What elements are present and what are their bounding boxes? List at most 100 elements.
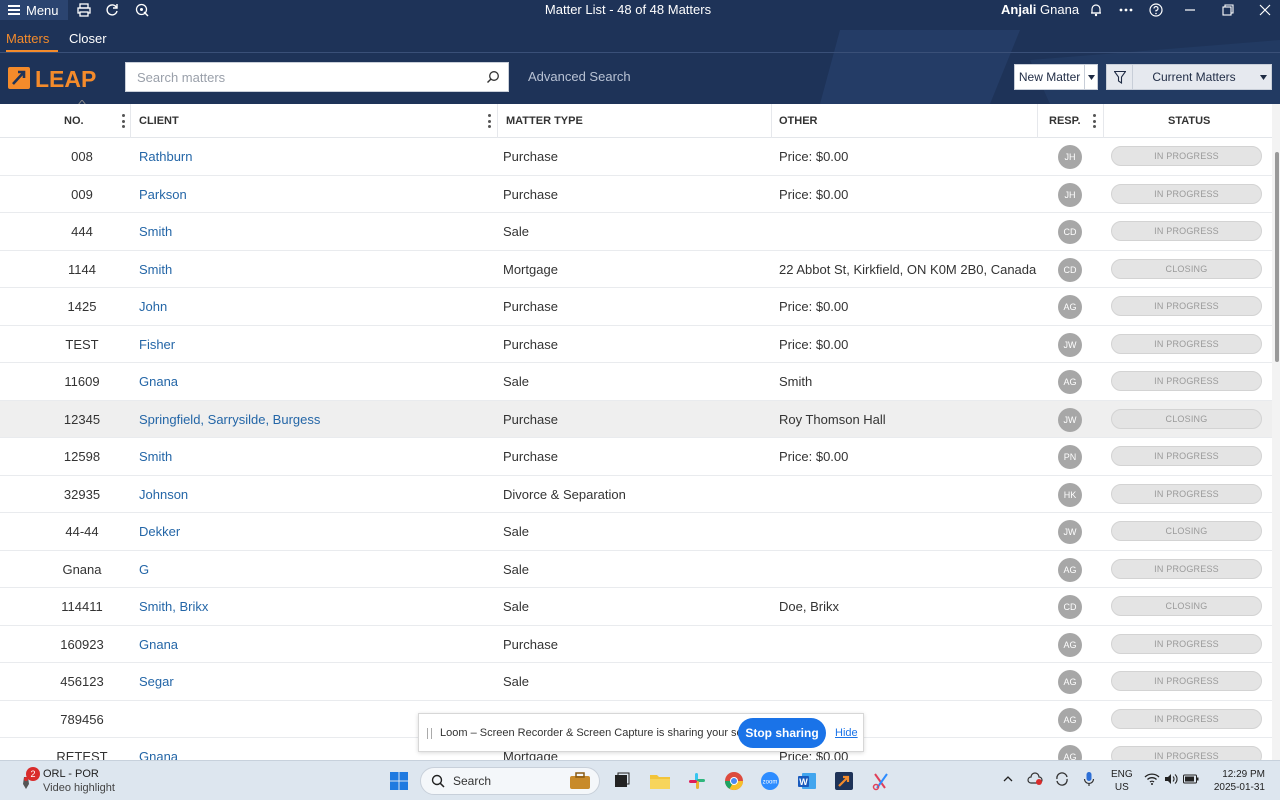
- tab-closer[interactable]: Closer: [69, 28, 107, 52]
- table-row[interactable]: 1144 Smith Mortgage 22 Abbot St, Kirkfield,…: [0, 251, 1272, 288]
- client-link[interactable]: Smith: [139, 213, 172, 250]
- column-header-resp[interactable]: RESP.: [1049, 104, 1081, 138]
- table-row[interactable]: TEST Fisher Purchase Price: $0.00 JW IN PROGR…: [0, 326, 1272, 363]
- table-row[interactable]: 11609 Gnana Sale Smith AG IN PROGRESS: [0, 363, 1272, 401]
- client-link[interactable]: Springfield, Sarrysilde, Burgess: [139, 401, 320, 438]
- responsible-avatar[interactable]: AG: [1058, 670, 1082, 694]
- current-matters-filter[interactable]: Current Matters: [1106, 64, 1272, 90]
- client-link[interactable]: Smith: [139, 251, 172, 288]
- responsible-avatar[interactable]: AG: [1058, 295, 1082, 319]
- advanced-search-link[interactable]: Advanced Search: [528, 69, 631, 84]
- system-clock[interactable]: 12:29 PM 2025-01-31: [1211, 768, 1265, 794]
- responsible-avatar[interactable]: JH: [1058, 145, 1082, 169]
- chrome-icon[interactable]: [721, 768, 747, 794]
- stop-sharing-button[interactable]: Stop sharing: [738, 718, 826, 748]
- battery-icon[interactable]: [1183, 771, 1199, 787]
- drag-handle-icon[interactable]: [427, 728, 432, 739]
- new-matter-dropdown[interactable]: [1084, 65, 1097, 89]
- matter-number: 12598: [63, 449, 101, 464]
- client-link[interactable]: Segar: [139, 663, 174, 700]
- taskbar-search[interactable]: Search: [420, 767, 600, 795]
- responsible-avatar[interactable]: CD: [1058, 257, 1082, 282]
- client-link[interactable]: G: [139, 551, 149, 588]
- chevron-up-icon[interactable]: [1000, 771, 1016, 787]
- client-link[interactable]: Rathburn: [139, 138, 192, 175]
- client-link[interactable]: Gnana: [139, 626, 178, 663]
- table-row[interactable]: 32935 Johnson Divorce & Separation HK IN PRO…: [0, 476, 1272, 513]
- file-explorer-icon[interactable]: [647, 768, 673, 794]
- weather-widget[interactable]: 2 ORL - POR Video highlight: [18, 767, 138, 797]
- cloud-sync-icon[interactable]: [1027, 771, 1043, 787]
- responsible-avatar[interactable]: JH: [1058, 182, 1082, 207]
- table-row[interactable]: 008 Rathburn Purchase Price: $0.00 JH IN PROG…: [0, 138, 1272, 176]
- task-view-icon[interactable]: [609, 768, 635, 794]
- column-header-matter-type[interactable]: MATTER TYPE: [506, 104, 583, 138]
- windows-start-icon[interactable]: [386, 768, 412, 794]
- table-row[interactable]: 444 Smith Sale CD IN PROGRESS: [0, 213, 1272, 251]
- tab-matters[interactable]: Matters: [6, 28, 58, 52]
- leap-taskbar-icon[interactable]: [831, 768, 857, 794]
- table-row[interactable]: Gnana G Sale AG IN PROGRESS: [0, 551, 1272, 588]
- responsible-avatar[interactable]: JW: [1058, 407, 1082, 432]
- column-header-status[interactable]: STATUS: [1168, 104, 1210, 138]
- help-icon[interactable]: [1147, 1, 1165, 19]
- restore-icon[interactable]: [1219, 1, 1237, 19]
- volume-icon[interactable]: [1163, 771, 1179, 787]
- responsible-avatar[interactable]: PN: [1058, 445, 1082, 469]
- minimize-icon[interactable]: [1181, 1, 1199, 19]
- client-link[interactable]: Parkson: [139, 176, 187, 213]
- hide-link[interactable]: Hide: [835, 727, 858, 739]
- column-menu-icon[interactable]: [120, 114, 126, 128]
- table-row[interactable]: 456123 Segar Sale AG IN PROGRESS: [0, 663, 1272, 701]
- responsible-avatar[interactable]: AG: [1058, 707, 1082, 732]
- client-link[interactable]: Fisher: [139, 326, 175, 363]
- screen-share-message: Loom – Screen Recorder & Screen Capture …: [440, 727, 768, 739]
- responsible-avatar[interactable]: CD: [1058, 595, 1082, 619]
- table-row[interactable]: 1425 John Purchase Price: $0.00 AG IN PROGRES…: [0, 288, 1272, 326]
- responsible-avatar[interactable]: CD: [1058, 220, 1082, 244]
- responsible-avatar[interactable]: AG: [1058, 557, 1082, 582]
- client-link[interactable]: Smith, Brikx: [139, 588, 208, 625]
- scrollbar-thumb[interactable]: [1275, 152, 1279, 362]
- microphone-icon[interactable]: [1081, 771, 1097, 787]
- bell-icon[interactable]: [1087, 1, 1105, 19]
- language-indicator[interactable]: ENG US: [1111, 768, 1133, 794]
- table-row[interactable]: 009 Parkson Purchase Price: $0.00 JH IN PROGR…: [0, 176, 1272, 213]
- client-link[interactable]: Smith: [139, 438, 172, 475]
- responsible-avatar[interactable]: JW: [1058, 520, 1082, 544]
- table-row[interactable]: 12598 Smith Purchase Price: $0.00 PN IN PROGR…: [0, 438, 1272, 476]
- search-icon[interactable]: [486, 70, 500, 84]
- responsible-avatar[interactable]: AG: [1058, 745, 1082, 760]
- client-link[interactable]: John: [139, 288, 167, 325]
- sync-tray-icon[interactable]: [1054, 771, 1070, 787]
- user-name[interactable]: Anjali Gnana: [1001, 2, 1079, 17]
- more-options-icon[interactable]: [1117, 1, 1135, 19]
- column-menu-icon[interactable]: [1091, 114, 1097, 128]
- word-icon[interactable]: W: [794, 768, 820, 794]
- zoom-icon[interactable]: zoom: [757, 768, 783, 794]
- responsible-avatar[interactable]: AG: [1058, 632, 1082, 657]
- column-header-no[interactable]: NO.: [64, 104, 84, 138]
- column-menu-icon[interactable]: [486, 114, 492, 128]
- client-link[interactable]: Gnana: [139, 738, 178, 760]
- responsible-avatar[interactable]: AG: [1058, 370, 1082, 394]
- client-link[interactable]: Gnana: [139, 363, 178, 400]
- table-row[interactable]: 114411 Smith, Brikx Sale Doe, Brikx CD CLOSIN…: [0, 588, 1272, 626]
- table-row[interactable]: 12345 Springfield, Sarrysilde, Burgess Pur…: [0, 400, 1272, 438]
- table-row[interactable]: 160923 Gnana Purchase AG IN PROGRESS: [0, 626, 1272, 663]
- status-badge: IN PROGRESS: [1111, 371, 1262, 391]
- column-header-client[interactable]: CLIENT: [139, 104, 179, 138]
- responsible-avatar[interactable]: HK: [1058, 482, 1082, 507]
- table-row[interactable]: 44-44 Dekker Sale JW CLOSING: [0, 513, 1272, 551]
- snipping-tool-icon[interactable]: [868, 768, 894, 794]
- responsible-avatar[interactable]: JW: [1058, 332, 1082, 357]
- search-input[interactable]: [126, 63, 508, 91]
- client-link[interactable]: Johnson: [139, 476, 188, 513]
- wifi-icon[interactable]: [1144, 771, 1160, 787]
- leap-logo: LEAP: [8, 66, 96, 90]
- new-matter-button[interactable]: New Matter: [1015, 65, 1084, 89]
- client-link[interactable]: Dekker: [139, 513, 180, 550]
- close-icon[interactable]: [1256, 1, 1274, 19]
- slack-icon[interactable]: [684, 768, 710, 794]
- column-header-other[interactable]: OTHER: [779, 104, 818, 138]
